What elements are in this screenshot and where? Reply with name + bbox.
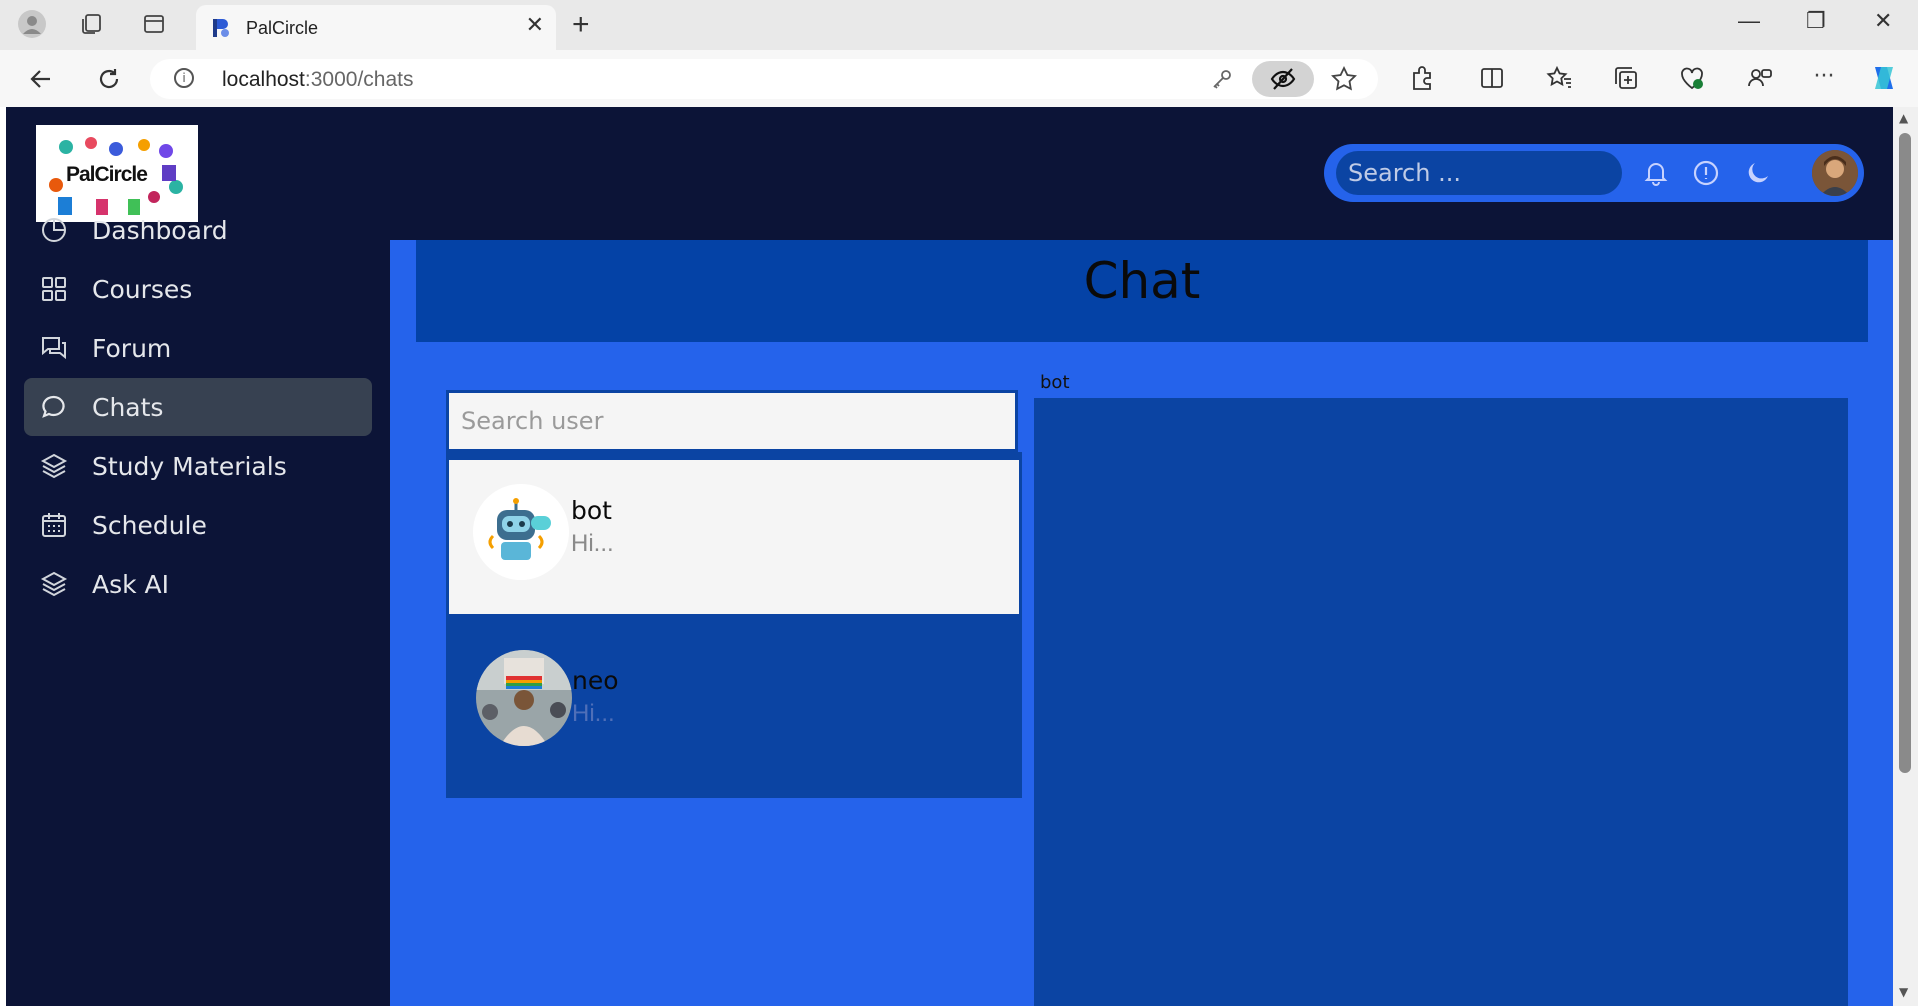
messages-icon [38,332,70,364]
sidebar-item-label: Study Materials [92,451,287,481]
sidebar-item-forum[interactable]: Forum [24,319,372,377]
reload-icon[interactable] [94,64,124,94]
scroll-up-icon[interactable]: ▲ [1899,111,1908,125]
collections-toolbar-icon[interactable] [1612,64,1640,92]
logo-text: PalCircle [66,163,148,186]
sidebar-item-schedule[interactable]: Schedule [24,496,372,554]
minimize-icon[interactable]: — [1738,8,1760,34]
header-toolbar [1324,144,1864,202]
browser-tab[interactable]: PalCircle ✕ [196,5,556,50]
site-info-icon[interactable]: i [174,68,194,88]
favorites-icon[interactable] [1546,64,1574,92]
profile-icon[interactable] [16,8,48,40]
sidebar-item-label: Schedule [92,510,207,540]
layers-icon [38,568,70,600]
conversation-item-neo[interactable]: neo Hi... [446,622,1022,782]
pie-chart-icon [38,214,70,246]
message-pane[interactable] [1034,398,1848,1006]
conversation-name: neo [572,666,619,695]
favicon-icon [213,19,229,37]
neo-avatar [476,650,572,746]
collections-icon[interactable] [78,10,106,38]
url-host: localhost [222,68,305,91]
scrollbar-thumb[interactable] [1899,133,1911,773]
sidebar-item-label: Dashboard [92,215,228,245]
restore-icon[interactable]: ❐ [1806,8,1826,34]
conversation-list: bot Hi... neo Hi... [446,452,1022,798]
calendar-icon [38,509,70,541]
copilot-icon[interactable] [1866,60,1902,96]
bot-avatar [473,484,569,580]
back-icon[interactable] [26,64,56,94]
tab-actions-icon[interactable] [140,10,168,38]
layers-icon [38,450,70,482]
url-path: :3000/chats [304,68,414,91]
sidebar-item-ask-ai[interactable]: Ask AI [24,555,372,613]
bell-icon[interactable] [1642,159,1670,187]
key-icon[interactable] [1210,67,1234,91]
browser-essentials-icon[interactable] [1678,64,1706,92]
page-header: Chat [416,240,1868,342]
conversation-item-bot[interactable]: bot Hi... [449,460,1019,614]
sidebar-item-study-materials[interactable]: Study Materials [24,437,372,495]
tab-title: PalCircle [246,18,319,38]
conversation-preview: Hi... [572,700,615,727]
app-page: PalCircle Dashboard Courses Forum Chats … [6,107,1893,1006]
more-options-icon[interactable]: ··· [1810,62,1838,90]
close-tab-icon[interactable]: ✕ [526,13,544,38]
grid-icon [38,273,70,305]
account-sync-icon[interactable] [1746,64,1774,92]
favorite-star-icon[interactable] [1330,65,1358,93]
close-window-icon[interactable]: ✕ [1874,8,1892,34]
user-avatar[interactable] [1812,150,1858,196]
sidebar-item-label: Chats [92,392,164,422]
sidebar-item-dashboard[interactable]: Dashboard [24,201,372,259]
browser-tab-bar: PalCircle ✕ + — ❐ ✕ [0,0,1918,50]
address-bar[interactable]: i localhost:3000/chats [150,59,1378,99]
active-conversation-label: bot [1040,372,1070,393]
tracking-prevention-button[interactable] [1252,61,1314,97]
extensions-icon[interactable] [1408,64,1436,92]
page-scrollbar[interactable]: ▲ ▼ [1893,107,1918,1006]
header-search-input[interactable] [1336,151,1622,195]
sidebar-item-label: Forum [92,333,172,363]
sidebar-item-label: Courses [92,274,193,304]
scroll-down-icon[interactable]: ▼ [1899,985,1908,999]
alert-circle-icon[interactable] [1692,159,1720,187]
sidebar-item-label: Ask AI [92,569,170,599]
conversation-name: bot [571,496,612,525]
browser-toolbar: i localhost:3000/chats ··· [0,50,1918,107]
url-text: localhost:3000/chats [222,68,413,92]
main-content: Chat bot [390,240,1893,1006]
moon-icon[interactable] [1744,159,1772,187]
new-tab-icon[interactable]: + [572,8,590,42]
sidebar-item-chats[interactable]: Chats [24,378,372,436]
sidebar-item-courses[interactable]: Courses [24,260,372,318]
split-screen-icon[interactable] [1478,64,1506,92]
page-title: Chat [1083,252,1201,310]
conversation-preview: Hi... [571,530,614,557]
chat-bubble-icon [38,391,70,423]
user-search-input[interactable] [446,390,1018,452]
